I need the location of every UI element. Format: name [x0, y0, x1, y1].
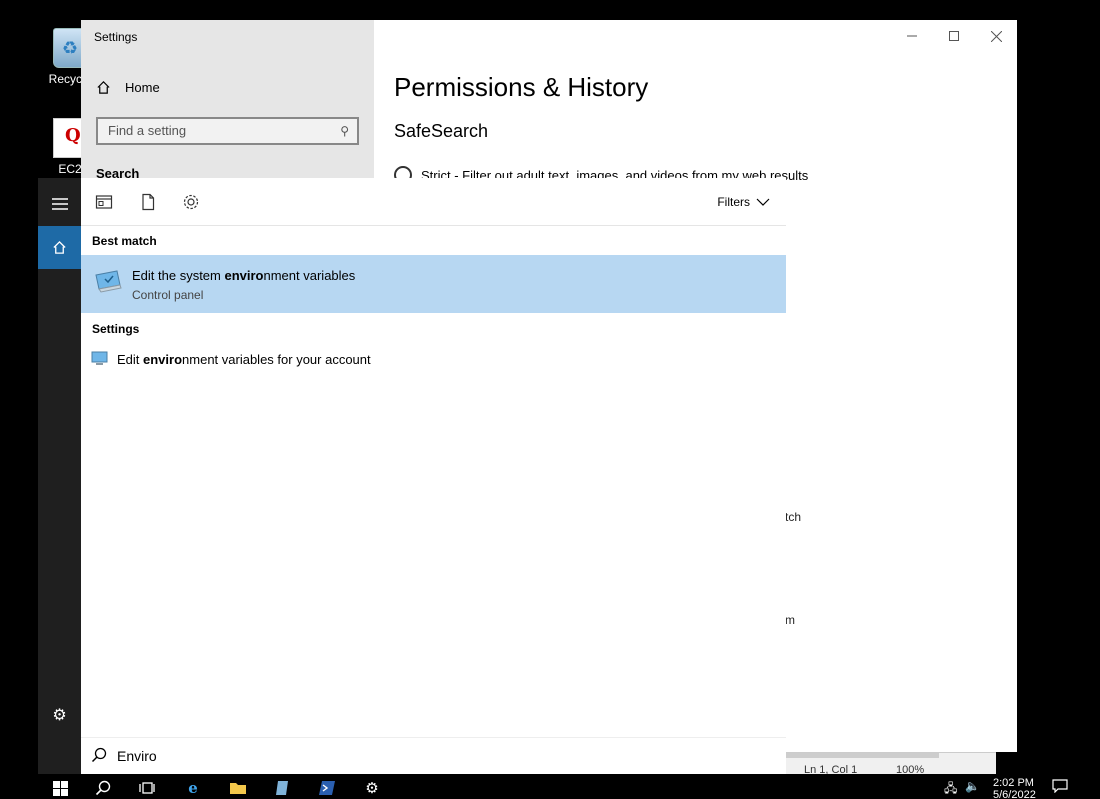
obscured-text-2: m — [785, 613, 795, 627]
ec2-label: EC2 — [58, 162, 82, 176]
gear-icon: ⚙ — [52, 707, 67, 724]
internet-explorer-button[interactable]: e — [183, 778, 203, 798]
home-icon — [97, 81, 110, 94]
settings-scope-icon[interactable] — [182, 193, 200, 211]
minimize-icon — [907, 35, 917, 37]
search-scope-toolbar: Filters — [81, 178, 786, 226]
system-clock[interactable]: 2:02 PM 5/6/2022 — [993, 777, 1036, 799]
maximize-button[interactable] — [933, 20, 975, 52]
settings-result-env-vars[interactable]: Edit environment variables for your acco… — [81, 346, 786, 374]
settings-taskbar-button[interactable]: ⚙ — [362, 778, 382, 798]
taskbar: e ⚙ 🖧 🔈 2:02 PM 5/6/2022 — [0, 774, 1100, 799]
start-home-button[interactable] — [38, 226, 81, 269]
obscured-text-1: tch — [785, 510, 802, 524]
settings-result-label: Edit environment variables for your acco… — [117, 352, 371, 367]
start-search-box[interactable] — [81, 737, 786, 774]
find-setting-input[interactable]: Find a setting ⚲ — [96, 117, 359, 145]
server-manager-button[interactable] — [272, 778, 292, 798]
settings-results-heading: Settings — [92, 322, 140, 336]
volume-muted-tray-icon[interactable]: 🔈 — [965, 779, 980, 793]
home-icon — [53, 240, 66, 254]
best-match-title: Edit the system environment variables — [132, 268, 356, 283]
filters-dropdown[interactable]: Filters — [717, 195, 770, 209]
start-settings-button[interactable]: ⚙ — [38, 700, 81, 730]
task-view-icon — [139, 782, 155, 794]
search-results-panel: Filters Best match Edit the system envir… — [81, 178, 786, 774]
find-setting-placeholder: Find a setting — [108, 123, 187, 138]
chevron-down-icon — [756, 198, 770, 206]
filters-label: Filters — [717, 195, 750, 209]
search-icon: ⚲ — [340, 124, 349, 138]
taskbar-search-button[interactable] — [93, 778, 113, 798]
hamburger-icon — [51, 198, 68, 210]
clock-date: 5/6/2022 — [993, 789, 1036, 799]
expand-menu-button[interactable] — [38, 186, 81, 222]
powershell-icon — [319, 781, 335, 795]
close-button[interactable] — [975, 20, 1017, 52]
notification-icon — [1052, 779, 1068, 794]
documents-scope-icon[interactable] — [139, 193, 157, 211]
windows-logo-icon — [52, 780, 68, 796]
home-label: Home — [125, 80, 160, 95]
close-icon — [990, 30, 1002, 42]
file-explorer-button[interactable] — [228, 778, 248, 798]
safesearch-heading: SafeSearch — [394, 121, 489, 141]
search-icon — [91, 747, 107, 763]
action-center-button[interactable] — [1052, 779, 1068, 796]
best-match-result[interactable]: Edit the system environment variables Co… — [81, 255, 786, 313]
task-view-button[interactable] — [137, 778, 157, 798]
server-manager-icon — [276, 781, 288, 795]
apps-scope-icon[interactable] — [95, 193, 113, 211]
clock-time: 2:02 PM — [993, 777, 1034, 789]
search-icon — [95, 780, 111, 796]
page-title: Permissions & History — [394, 72, 649, 102]
maximize-icon — [949, 31, 959, 41]
settings-home-link[interactable]: Home — [96, 80, 160, 95]
start-button[interactable] — [50, 778, 70, 798]
start-menu-rail: ⚙ — [38, 178, 81, 774]
best-match-subtitle: Control panel — [132, 288, 204, 302]
internet-explorer-icon: e — [188, 779, 198, 797]
gear-icon: ⚙ — [365, 780, 379, 797]
start-search-input[interactable] — [117, 743, 757, 769]
monitor-icon — [91, 351, 108, 365]
window-controls — [891, 20, 1017, 52]
window-title: Settings — [94, 30, 138, 44]
best-match-heading: Best match — [92, 234, 157, 248]
system-properties-icon — [95, 270, 122, 293]
folder-icon — [230, 783, 246, 794]
powershell-button[interactable] — [317, 778, 337, 798]
network-tray-icon[interactable]: 🖧 — [944, 779, 957, 799]
minimize-button[interactable] — [891, 20, 933, 52]
